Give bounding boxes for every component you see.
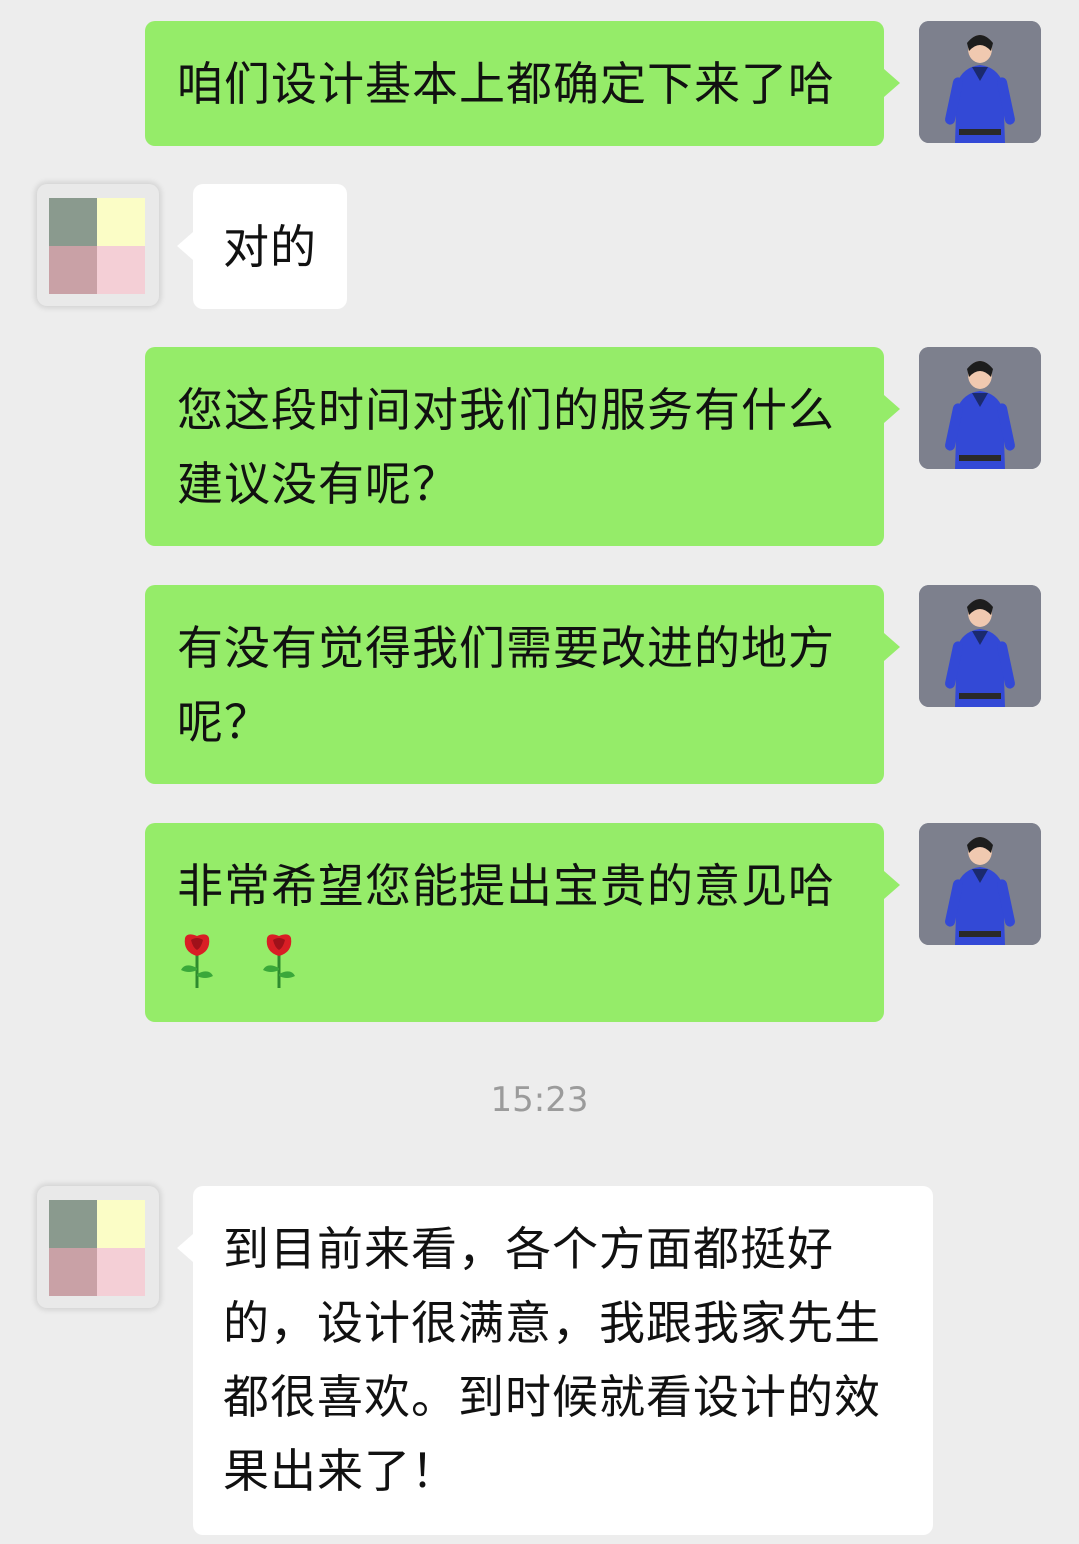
message-text: 您这段时间对我们的服务有什么 建议没有呢？ (177, 383, 835, 511)
chat-view: 咱们设计基本上都确定下来了哈 对的 您这段时间对我们的服务有什么 建议没有呢？ (0, 0, 1079, 1544)
rose-icon (177, 932, 217, 1011)
person-photo-icon (919, 21, 1041, 143)
contact-avatar[interactable] (37, 184, 159, 306)
message-text: 对的 (223, 220, 317, 274)
self-message-bubble[interactable]: 您这段时间对我们的服务有什么 建议没有呢？ (145, 347, 900, 546)
contact-avatar[interactable] (37, 1186, 159, 1308)
emoji-row (177, 923, 856, 997)
mosaic-avatar-icon (49, 1200, 145, 1296)
self-avatar[interactable] (919, 823, 1041, 945)
person-photo-icon (919, 347, 1041, 469)
self-message-bubble[interactable]: 咱们设计基本上都确定下来了哈 (145, 21, 900, 146)
message-text: 非常希望您能提出宝贵的意见哈 (177, 859, 835, 913)
mosaic-avatar-icon (49, 198, 145, 294)
self-avatar[interactable] (919, 585, 1041, 707)
message-text: 咱们设计基本上都确定下来了哈 (177, 57, 835, 111)
person-photo-icon (919, 823, 1041, 945)
self-avatar[interactable] (919, 347, 1041, 469)
message-text: 到目前来看，各个方面都挺好 的，设计很满意，我跟我家先生 都很喜欢。到时候就看设… (223, 1222, 881, 1498)
person-photo-icon (919, 585, 1041, 707)
rose-icon (259, 932, 299, 1011)
timestamp: 15:23 (490, 1080, 589, 1120)
self-message-bubble[interactable]: 有没有觉得我们需要改进的地方 呢？ (145, 585, 900, 784)
message-text: 有没有觉得我们需要改进的地方 呢？ (177, 621, 835, 749)
contact-message-bubble[interactable]: 对的 (177, 184, 347, 309)
contact-message-bubble[interactable]: 到目前来看，各个方面都挺好 的，设计很满意，我跟我家先生 都很喜欢。到时候就看设… (177, 1186, 933, 1535)
self-avatar[interactable] (919, 21, 1041, 143)
self-message-bubble[interactable]: 非常希望您能提出宝贵的意见哈 (145, 823, 900, 1022)
